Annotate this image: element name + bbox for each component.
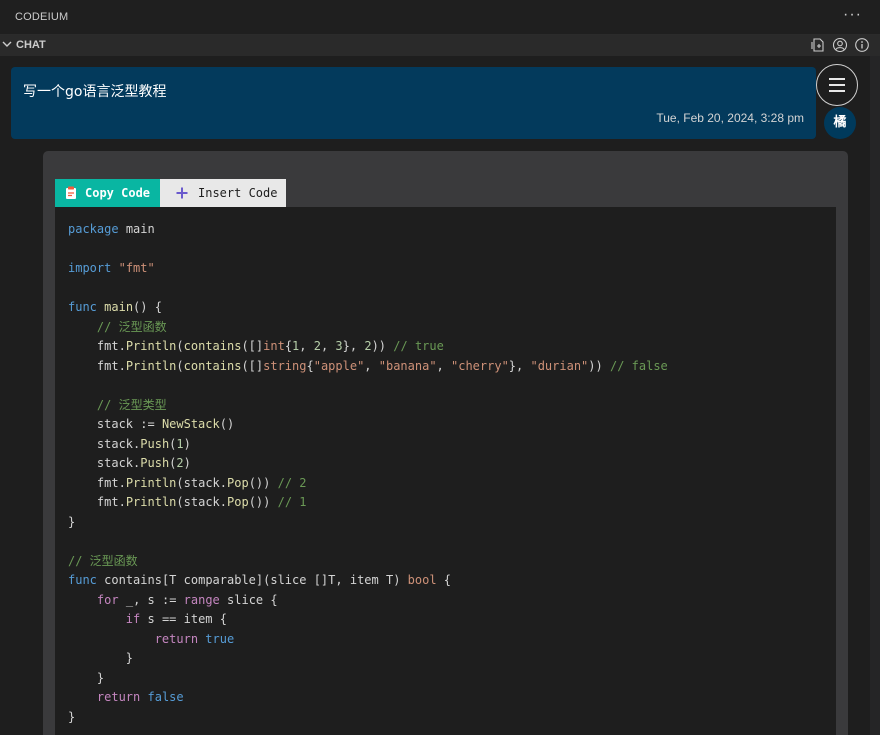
user-message: 写一个go语言泛型教程 Tue, Feb 20, 2024, 3:28 pm — [11, 67, 816, 139]
section-label: CHAT — [16, 39, 46, 51]
hamburger-icon-bar — [829, 84, 845, 86]
scrollbar[interactable] — [870, 56, 880, 735]
chat-panel: 写一个go语言泛型教程 Tue, Feb 20, 2024, 3:28 pm 橘… — [0, 56, 880, 735]
hamburger-icon-bar — [829, 90, 845, 92]
copy-code-label: Copy Code — [85, 186, 151, 200]
panel-title: CODEIUM — [15, 11, 69, 23]
insert-code-button[interactable]: Insert Code — [160, 179, 286, 207]
code-content: package main import "fmt" func main() { … — [68, 222, 668, 724]
info-icon[interactable] — [854, 37, 870, 53]
panel-titlebar: CODEIUM ··· — [0, 0, 880, 34]
hamburger-icon — [829, 78, 845, 80]
account-icon[interactable] — [832, 37, 848, 53]
message-timestamp: Tue, Feb 20, 2024, 3:28 pm — [656, 111, 804, 125]
copy-code-button[interactable]: Copy Code — [55, 179, 160, 207]
code-block[interactable]: package main import "fmt" func main() { … — [55, 207, 836, 735]
code-toolbar: Copy Code Insert Code — [55, 179, 286, 207]
insert-code-label: Insert Code — [198, 186, 278, 200]
new-document-icon[interactable] — [810, 37, 826, 53]
plus-icon — [176, 187, 188, 199]
chat-section-header[interactable]: CHAT — [0, 34, 880, 56]
user-message-text: 写一个go语言泛型教程 — [23, 84, 167, 100]
avatar: 橘 — [824, 107, 856, 139]
menu-button[interactable] — [816, 64, 858, 106]
clipboard-icon — [66, 186, 76, 199]
chevron-down-icon[interactable] — [1, 38, 13, 50]
more-actions-icon[interactable]: ··· — [843, 7, 862, 23]
